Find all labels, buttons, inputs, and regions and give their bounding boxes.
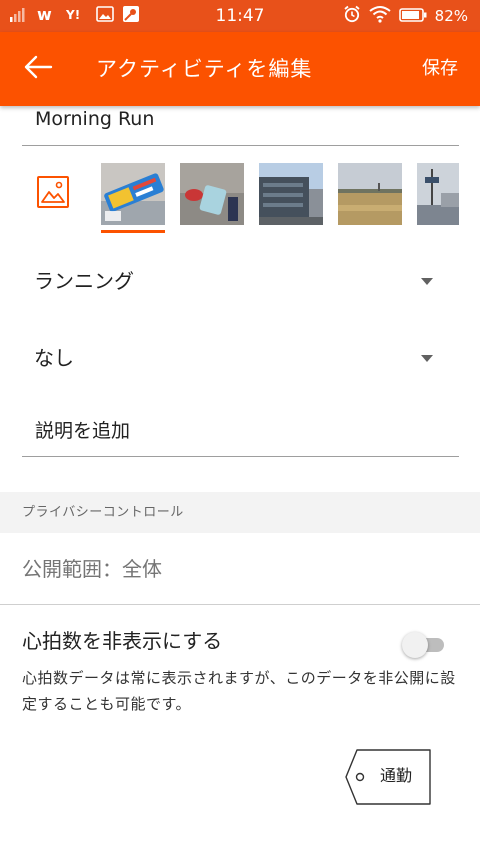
hide-heart-rate-label: 心拍数を非表示にする — [22, 629, 223, 653]
description-placeholder: 説明を追加 — [35, 420, 131, 442]
gear-dropdown[interactable]: なし — [22, 333, 459, 383]
visibility-value: 公開範囲：全体 — [22, 557, 162, 581]
chevron-down-icon — [421, 355, 433, 362]
commute-tag-button[interactable]: 通勤 — [345, 749, 432, 805]
chevron-down-icon — [421, 278, 433, 285]
status-bar: w Y! 11:47 82% — [0, 0, 480, 32]
sport-type-dropdown[interactable]: ランニング — [22, 256, 459, 306]
back-arrow-icon — [23, 55, 53, 83]
battery-percent: 82% — [434, 7, 468, 25]
privacy-section-header: プライバシーコントロール — [0, 492, 480, 533]
app-bar: アクティビティを編集 保存 — [0, 32, 480, 106]
page-title: アクティビティを編集 — [96, 57, 313, 81]
hide-heart-rate-toggle[interactable] — [402, 630, 446, 660]
save-button[interactable]: 保存 — [422, 56, 458, 82]
divider — [0, 604, 480, 605]
toggle-thumb — [402, 632, 428, 658]
photo-thumbnail-4[interactable] — [338, 163, 402, 225]
add-photo-button[interactable] — [36, 175, 70, 209]
photo-thumbnail-2[interactable] — [180, 163, 244, 225]
battery-icon — [398, 7, 427, 26]
description-input[interactable]: 説明を追加 — [22, 410, 459, 457]
photo-thumbnail-5[interactable] — [417, 163, 459, 225]
photo-strip[interactable] — [0, 155, 480, 240]
alarm-icon — [343, 5, 361, 27]
add-photo-icon — [36, 176, 70, 213]
photo-thumbnail-3[interactable] — [259, 163, 323, 225]
activity-title-input[interactable]: Morning Run — [22, 102, 459, 146]
back-button[interactable] — [18, 52, 58, 86]
wifi-icon — [369, 5, 391, 27]
privacy-section-title: プライバシーコントロール — [22, 505, 184, 520]
status-bar-right: 82% — [343, 5, 468, 27]
commute-label: 通勤 — [380, 766, 413, 785]
sport-type-value: ランニング — [34, 269, 134, 293]
hide-heart-rate-description: 心拍数データは常に表示されますが、このデータを非公開に設定することも可能です。 — [22, 669, 456, 713]
selected-photo-indicator — [101, 230, 165, 233]
hide-heart-rate-row: 心拍数を非表示にする — [0, 620, 480, 664]
gear-value: なし — [34, 346, 74, 370]
photo-thumbnail-1[interactable] — [101, 163, 165, 225]
visibility-setting[interactable]: 公開範囲：全体 — [0, 540, 480, 600]
